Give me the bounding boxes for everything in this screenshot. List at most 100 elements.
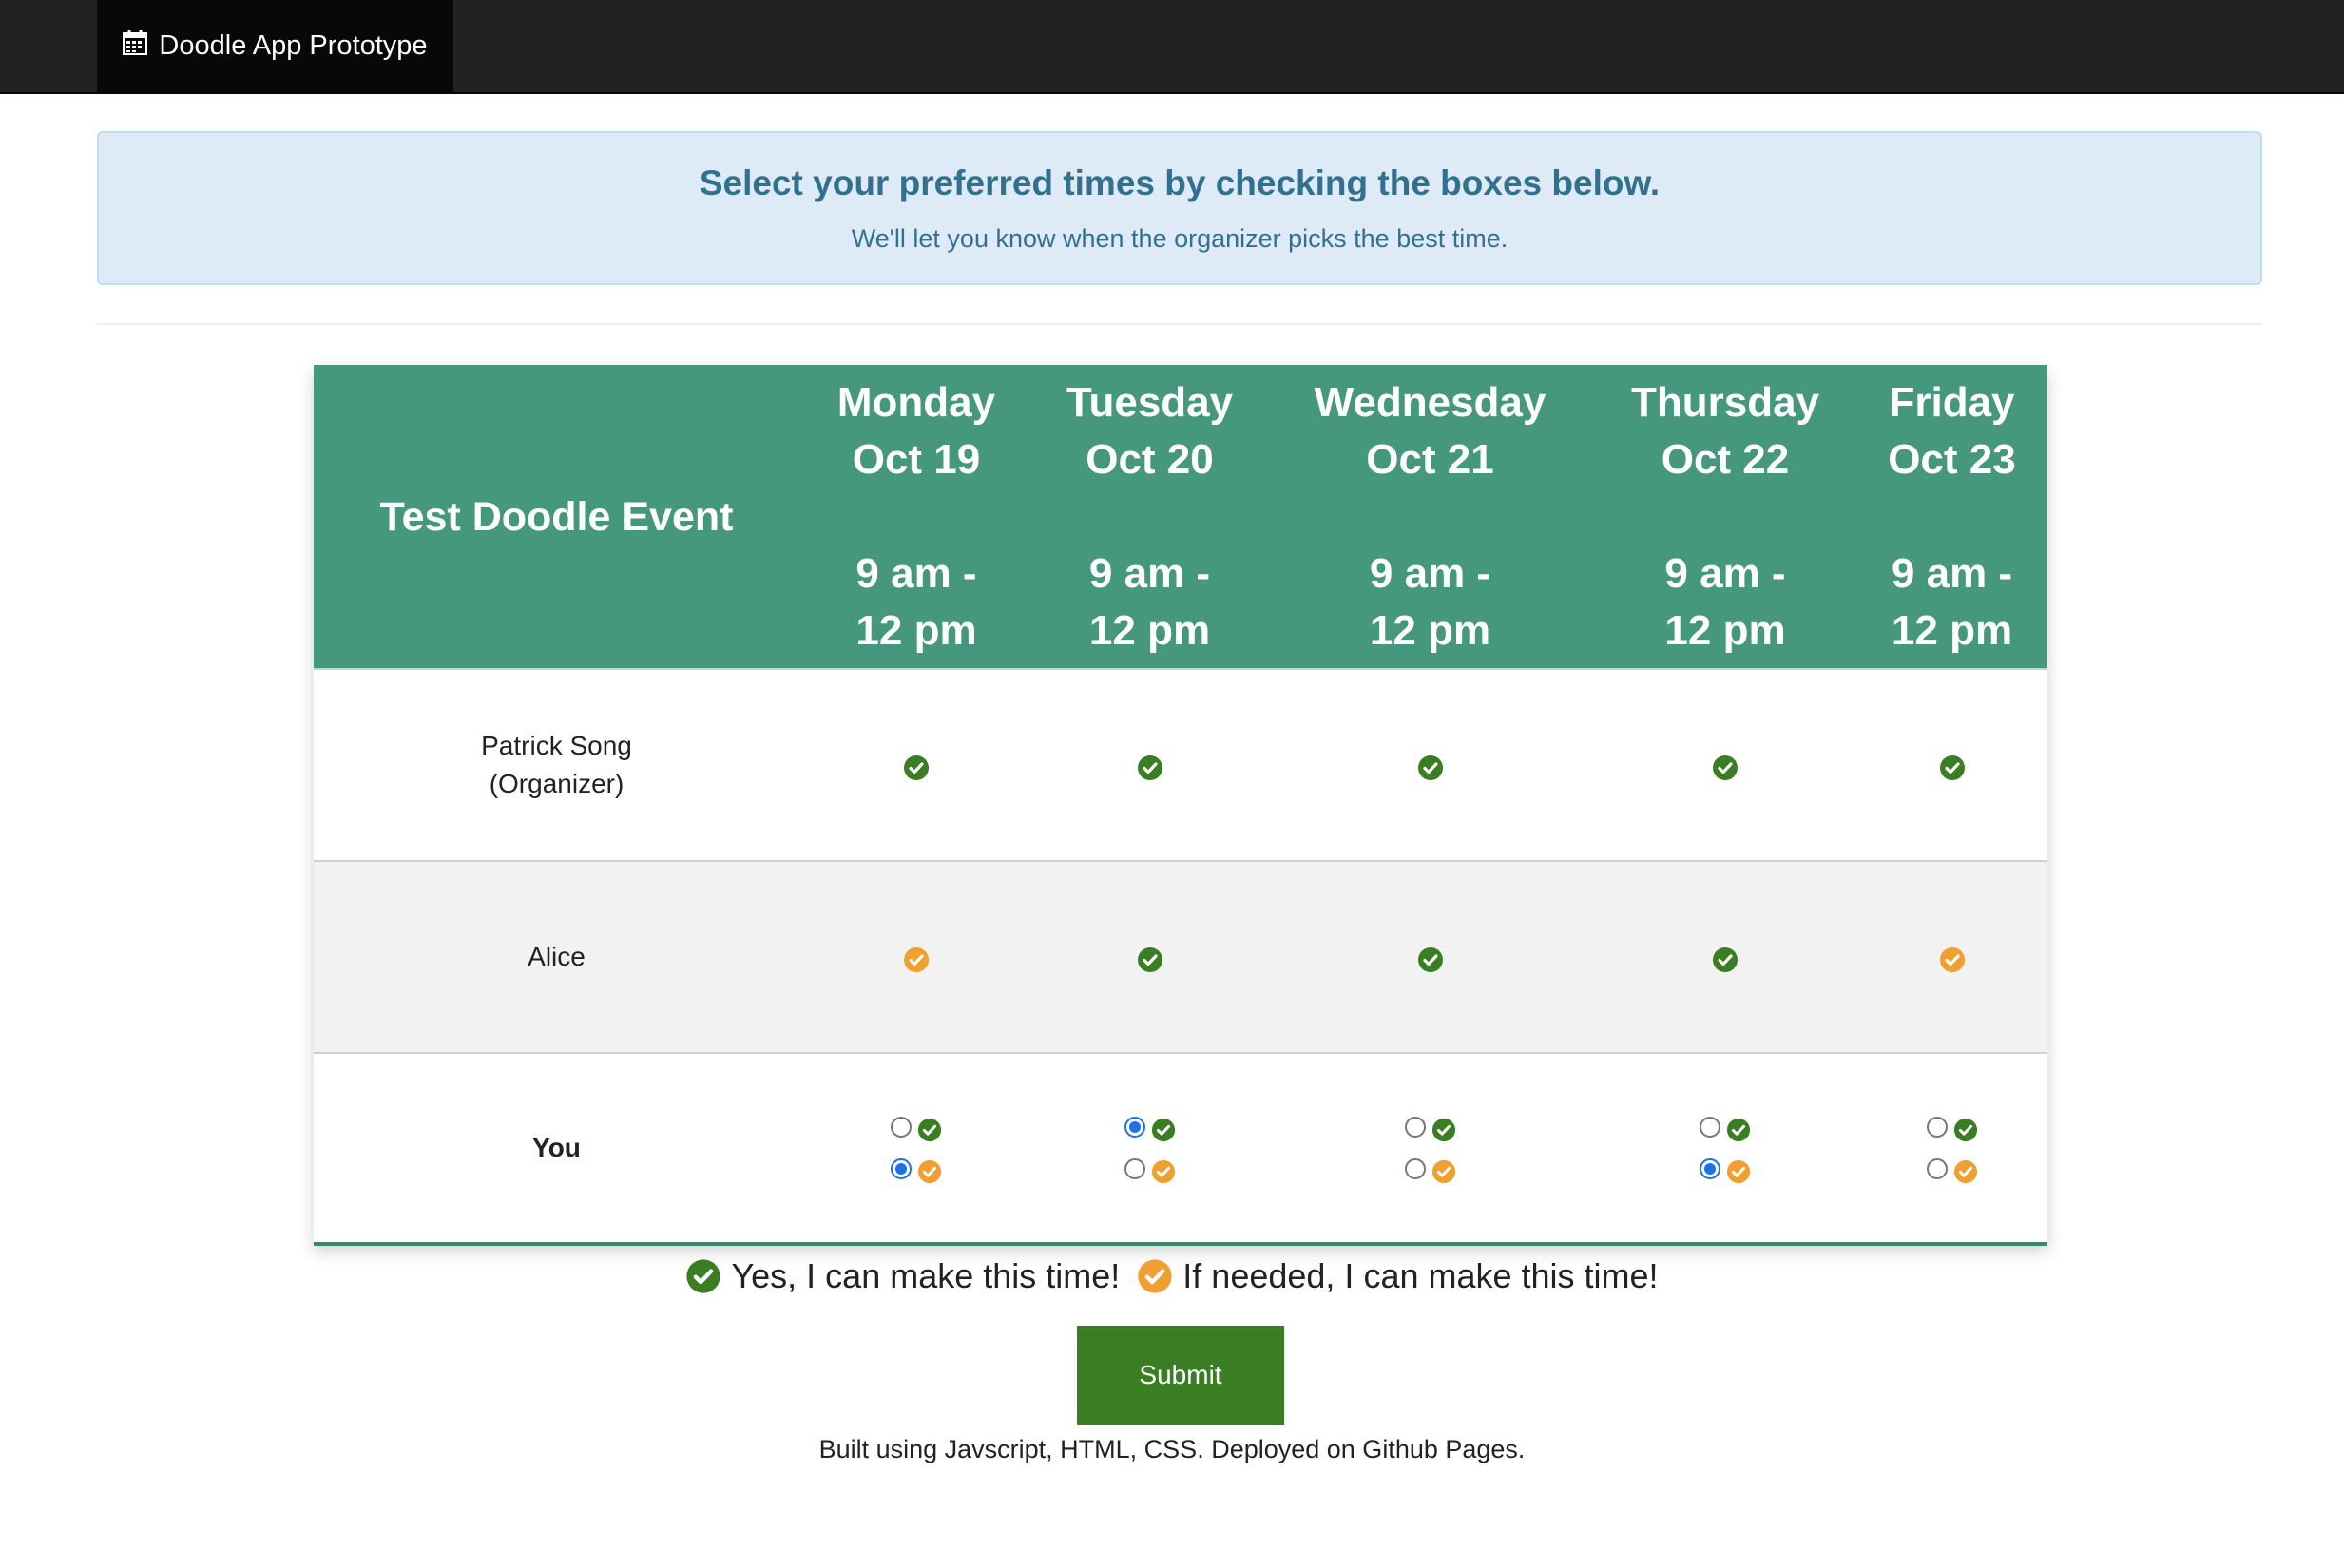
day-name: Thursday [1630, 378, 1820, 426]
yes-check-icon [1417, 754, 1444, 780]
ifneeded-radio[interactable] [891, 1158, 912, 1179]
yes-check-icon [903, 754, 930, 780]
your-choice-cell [799, 1052, 1033, 1246]
yes-check-icon [1151, 1115, 1176, 1142]
yes-check-icon [1431, 1115, 1456, 1142]
footer-text: Built using Javscript, HTML, CSS. Deploy… [818, 1435, 1526, 1463]
alert-subtitle: We'll let you know when the organizer pi… [851, 224, 1508, 253]
participant-name-line1: Alice [528, 942, 586, 971]
your-name: You [314, 1052, 799, 1246]
answer-cell [1266, 668, 1594, 861]
yes-check-icon [1712, 946, 1739, 972]
doodle-table-container: Test Doodle Event Monday Oct 19 9 am - 1… [314, 365, 2047, 1246]
brand-link[interactable]: Doodle App Prototype [97, 0, 453, 92]
answer-cell [1594, 668, 1856, 861]
yes-check-icon [1712, 754, 1739, 780]
day-date: Oct 21 [1366, 435, 1494, 483]
your-choice-cell [1266, 1052, 1594, 1246]
day-header-wednesday: Wednesday Oct 21 9 am - 12 pm [1266, 365, 1594, 669]
info-alert: Select your preferred times by checking … [97, 131, 2262, 285]
yes-radio[interactable] [1124, 1117, 1145, 1138]
yes-check-icon [1953, 1115, 1978, 1142]
ifneeded-check-icon [1151, 1157, 1176, 1184]
time-end: 12 pm [855, 606, 977, 654]
ifneeded-radio[interactable] [1926, 1158, 1948, 1179]
ifneeded-check-icon [1431, 1157, 1456, 1184]
calendar-icon [123, 29, 148, 63]
time-start: 9 am - [1891, 549, 2013, 597]
yes-option [1033, 1106, 1266, 1148]
yes-radio[interactable] [1404, 1117, 1426, 1138]
ifneeded-check-icon [1939, 946, 1966, 972]
ifneeded-check-icon [1137, 1258, 1173, 1294]
day-header-thursday: Thursday Oct 22 9 am - 12 pm [1594, 365, 1856, 669]
time-end: 12 pm [1088, 606, 1211, 654]
answer-cell [1266, 860, 1594, 1053]
yes-option [1856, 1106, 2047, 1148]
day-header-friday: Friday Oct 23 9 am - 12 pm [1856, 365, 2047, 669]
yes-option [1594, 1106, 1856, 1148]
participant-name-line1: Patrick Song [481, 731, 632, 760]
ifneeded-option [1266, 1148, 1594, 1190]
brand-label: Doodle App Prototype [159, 30, 428, 61]
answer-cell [1856, 860, 2047, 1053]
doodle-table: Test Doodle Event Monday Oct 19 9 am - 1… [314, 365, 2047, 1246]
yes-radio[interactable] [1700, 1117, 1720, 1138]
yes-check-icon [685, 1258, 721, 1294]
ifneeded-option [799, 1148, 1033, 1190]
your-choice-cell [1594, 1052, 1856, 1246]
answer-cell [1856, 668, 2047, 861]
yes-radio[interactable] [1926, 1117, 1948, 1138]
participant-name: Alice [314, 860, 799, 1053]
yes-check-icon [1726, 1115, 1751, 1142]
participant-row: Alice [314, 860, 2047, 1053]
day-name: Tuesday [1066, 378, 1234, 426]
time-start: 9 am - [855, 549, 977, 597]
yes-check-icon [1417, 946, 1444, 972]
legend-yes-label: Yes, I can make this time! [731, 1256, 1121, 1295]
ifneeded-check-icon [917, 1157, 942, 1184]
ifneeded-option [1856, 1148, 2047, 1190]
yes-check-icon [1137, 754, 1163, 780]
day-name: Friday [1889, 378, 2015, 426]
your-row: You [314, 1052, 2047, 1246]
ifneeded-check-icon [1726, 1157, 1751, 1184]
day-name: Monday [836, 378, 996, 426]
your-choice-cell [1033, 1052, 1266, 1246]
answer-cell [799, 860, 1033, 1053]
your-choice-cell [1856, 1052, 2047, 1246]
yes-option [1266, 1106, 1594, 1148]
answer-cell [1033, 860, 1266, 1053]
day-header-tuesday: Tuesday Oct 20 9 am - 12 pm [1033, 365, 1266, 669]
alert-title: Select your preferred times by checking … [699, 163, 1661, 202]
ifneeded-radio[interactable] [1700, 1158, 1720, 1179]
submit-button[interactable]: Submit [1077, 1326, 1284, 1425]
time-start: 9 am - [1369, 549, 1491, 597]
ifneeded-radio[interactable] [1124, 1158, 1145, 1179]
yes-radio[interactable] [891, 1117, 912, 1138]
legend: Yes, I can make this time! If needed, I … [0, 1256, 2344, 1296]
ifneeded-option [1594, 1148, 1856, 1190]
yes-option [799, 1106, 1033, 1148]
answer-cell [1594, 860, 1856, 1053]
day-header-monday: Monday Oct 19 9 am - 12 pm [799, 365, 1033, 669]
yes-check-icon [1939, 754, 1966, 780]
ifneeded-check-icon [903, 946, 930, 972]
time-end: 12 pm [1664, 606, 1786, 654]
yes-check-icon [917, 1115, 942, 1142]
day-date: Oct 20 [1086, 435, 1214, 483]
participant-name-line2: (Organizer) [489, 769, 624, 798]
time-start: 9 am - [1088, 549, 1211, 597]
answer-cell [799, 668, 1033, 861]
day-name: Wednesday [1314, 378, 1547, 426]
time-end: 12 pm [1369, 606, 1491, 654]
top-navbar: Doodle App Prototype [0, 0, 2344, 94]
ifneeded-radio[interactable] [1404, 1158, 1426, 1179]
legend-ifneeded-label: If needed, I can make this time! [1182, 1256, 1659, 1295]
ifneeded-check-icon [1953, 1157, 1978, 1184]
day-date: Oct 22 [1661, 435, 1790, 483]
day-date: Oct 19 [852, 435, 981, 483]
participant-row: Patrick Song (Organizer) [314, 668, 2047, 861]
time-start: 9 am - [1664, 549, 1786, 597]
yes-check-icon [1137, 946, 1163, 972]
